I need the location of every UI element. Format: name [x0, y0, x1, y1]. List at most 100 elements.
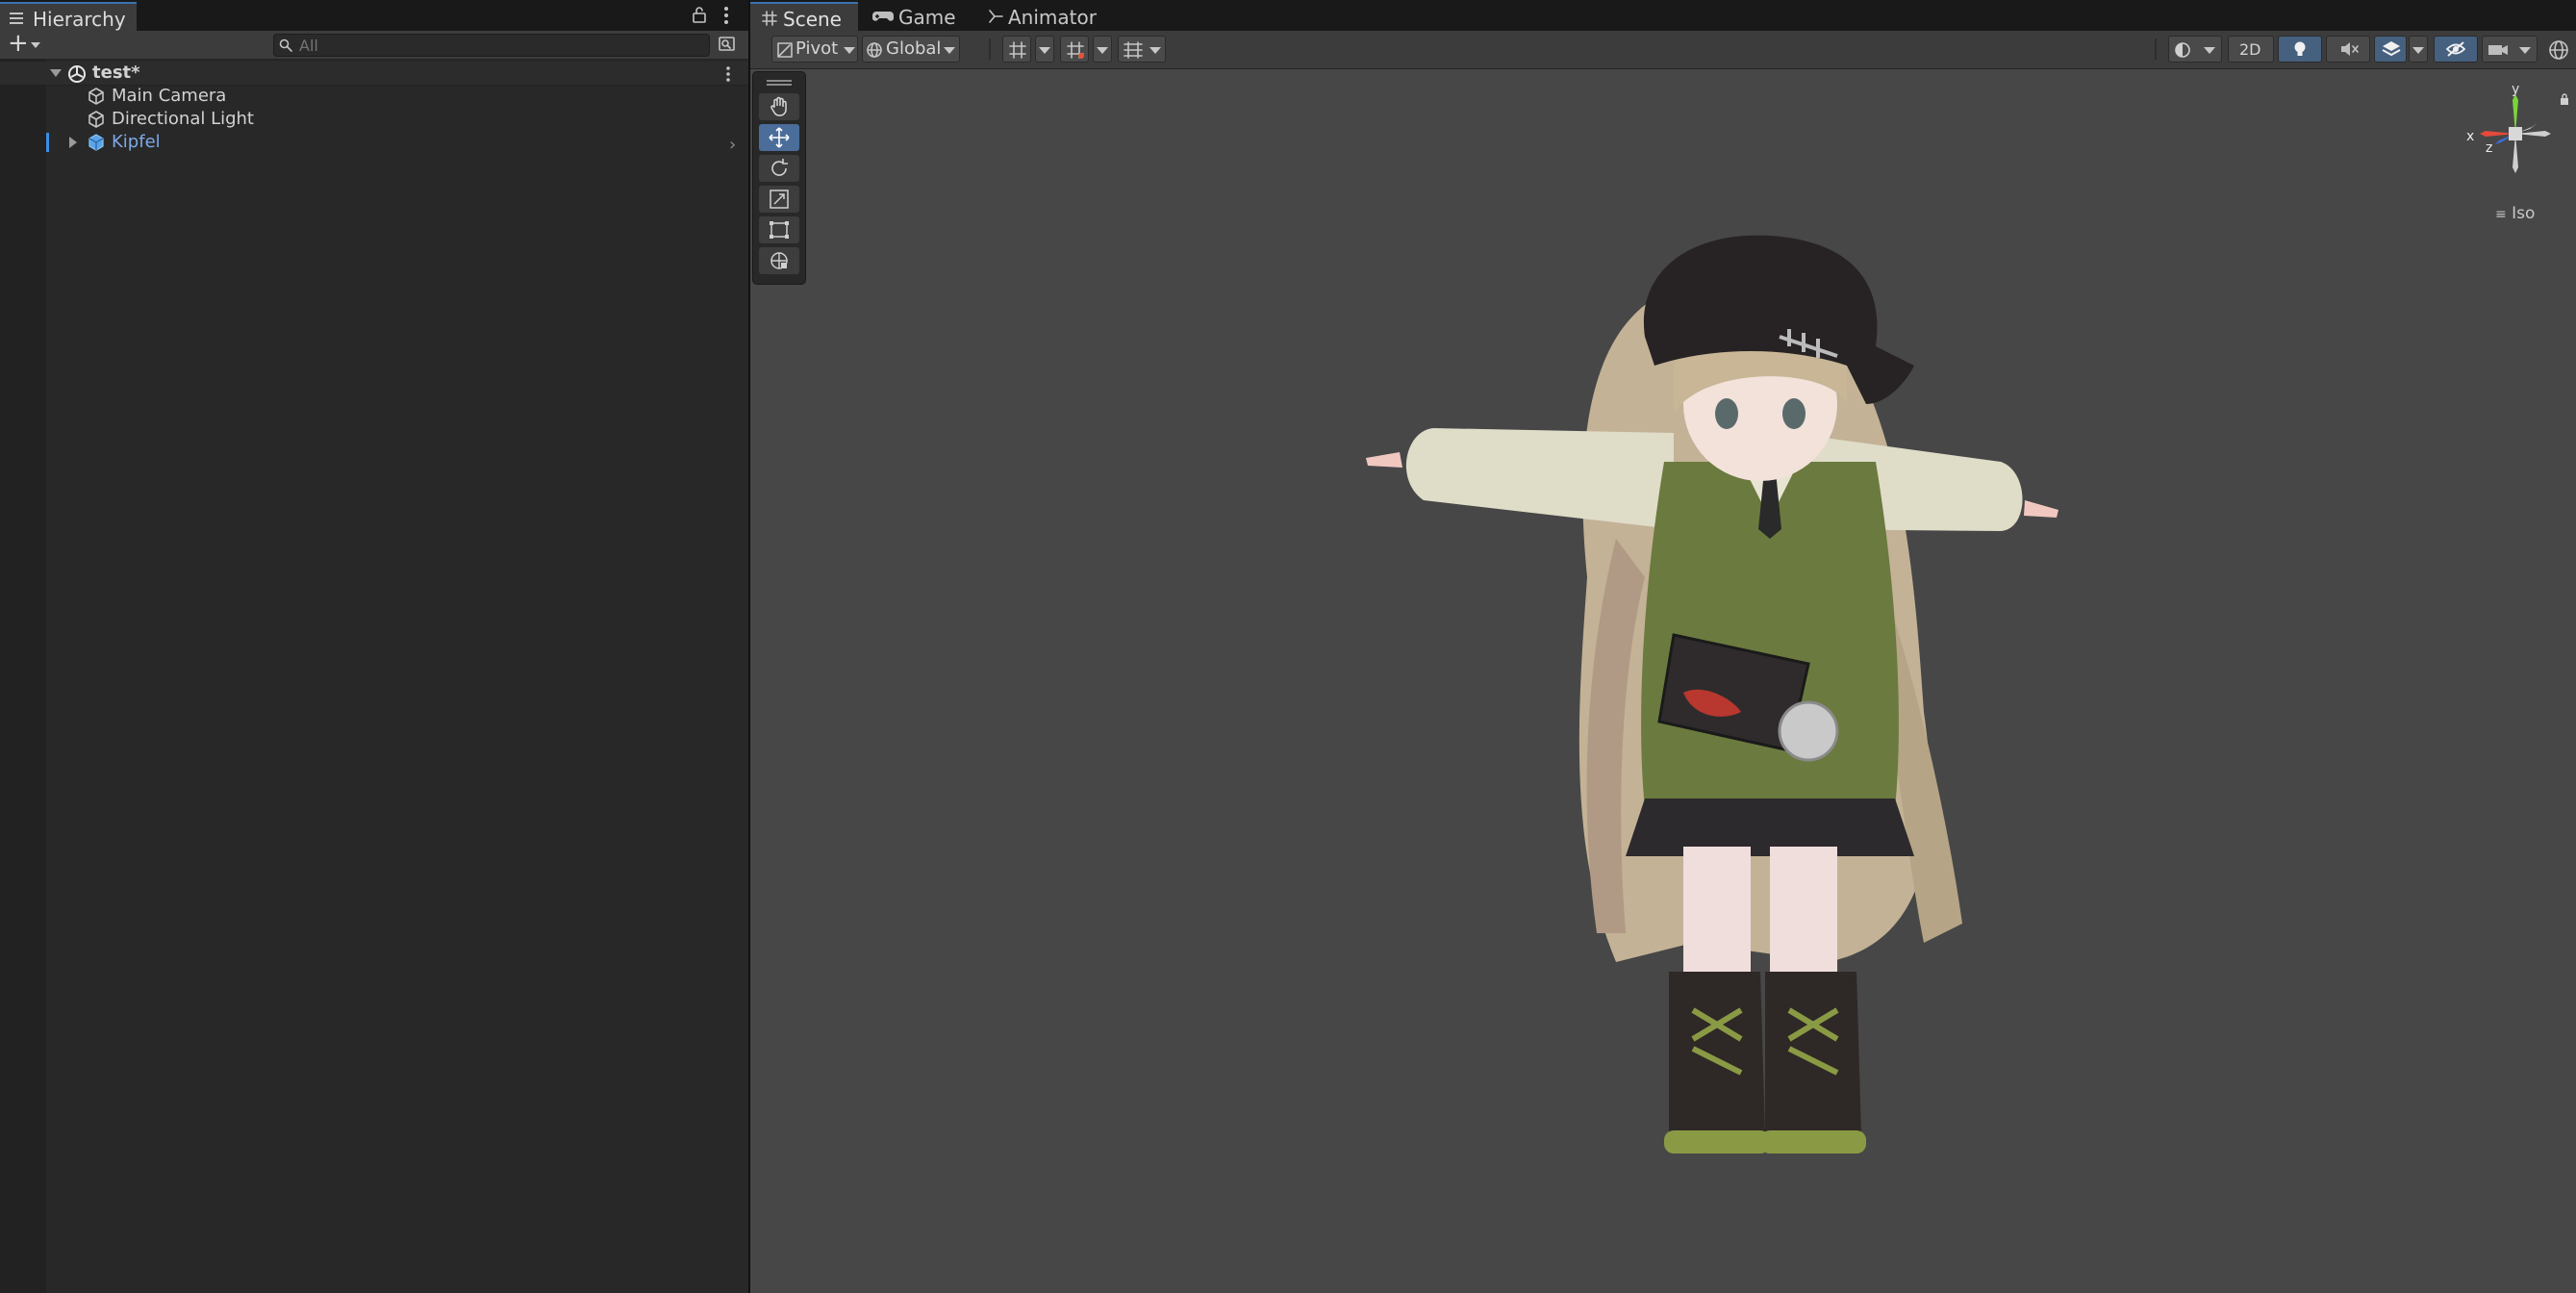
chevron-down-icon — [1097, 47, 1108, 54]
plus-icon: + — [8, 29, 29, 58]
left-hand — [1366, 452, 1402, 468]
rect-tool-button[interactable] — [759, 216, 799, 243]
grid-visibility-dropdown[interactable] — [1118, 36, 1166, 63]
audio-toggle-button[interactable] — [2326, 36, 2370, 63]
tab-label: Animator — [1008, 6, 1097, 29]
chevron-down-icon — [2204, 47, 2215, 54]
search-icon — [279, 38, 292, 52]
chevron-down-icon — [1149, 47, 1161, 54]
chevron-down-icon — [2519, 47, 2531, 54]
eye-slash-icon — [2445, 41, 2466, 57]
view-tool-button[interactable] — [759, 93, 799, 120]
projection-label: Iso — [2512, 204, 2536, 223]
tab-label: Scene — [783, 8, 842, 31]
gizmo-center-cube[interactable] — [2509, 127, 2522, 140]
scene-row[interactable]: test* — [0, 62, 748, 86]
hierarchy-tab-label: Hierarchy — [33, 8, 126, 31]
move-tool-button[interactable] — [759, 124, 799, 151]
rotate-icon — [771, 159, 788, 176]
global-dropdown[interactable]: Global — [862, 36, 960, 63]
tool-palette — [752, 71, 806, 285]
foldout-open-icon[interactable] — [50, 69, 62, 77]
tab-scene[interactable]: Scene — [750, 2, 858, 31]
transform-tool-button[interactable] — [759, 247, 799, 274]
pivot-icon — [777, 42, 793, 58]
camera-settings-dropdown[interactable] — [2482, 36, 2538, 63]
2d-toggle-button[interactable]: 2D — [2228, 36, 2274, 63]
scene-orientation-gizmo[interactable]: y x z — [2462, 81, 2568, 187]
selection-marker — [46, 133, 49, 152]
unity-scene-icon — [68, 65, 86, 83]
hierarchy-toolbar: + — [0, 29, 748, 60]
prefab-icon — [88, 134, 104, 151]
effects-dropdown[interactable] — [2409, 36, 2428, 63]
globe-icon — [867, 42, 882, 58]
gamepad-icon — [872, 12, 894, 21]
hierarchy-tab-bar: Hierarchy — [0, 0, 748, 31]
list-icon — [10, 13, 23, 24]
list-item-label: Directional Light — [112, 109, 254, 129]
create-dropdown-button[interactable]: + — [8, 29, 46, 58]
grid-increment-icon — [1067, 41, 1084, 59]
right-boot-sole — [1760, 1130, 1866, 1154]
list-item[interactable]: Directional Light — [0, 108, 748, 131]
layers-effects-icon — [2382, 41, 2401, 57]
hierarchy-search-field[interactable] — [273, 34, 710, 57]
search-mode-icon[interactable] — [718, 35, 737, 54]
menu-lines-icon: ≡ — [2495, 207, 2507, 222]
pivot-dropdown[interactable]: Pivot — [771, 36, 858, 63]
gizmo-lock-icon[interactable] — [2559, 92, 2570, 106]
kebab-menu-icon[interactable] — [721, 65, 735, 83]
list-item[interactable]: Main Camera — [0, 85, 748, 108]
camera-icon — [2488, 45, 2508, 55]
grid-hash-icon — [762, 11, 777, 26]
character-model-kipfel[interactable] — [1289, 173, 2078, 1212]
tab-hierarchy[interactable]: Hierarchy — [0, 2, 137, 31]
scale-icon — [770, 190, 789, 209]
grid-snap-dropdown[interactable] — [1035, 36, 1054, 63]
lighting-toggle-button[interactable] — [2278, 36, 2322, 63]
search-input[interactable] — [297, 36, 705, 55]
increment-snap-dropdown[interactable] — [1093, 36, 1112, 63]
lock-icon[interactable] — [691, 5, 708, 24]
right-eye — [1782, 398, 1806, 429]
effects-toggle-button[interactable] — [2374, 36, 2407, 63]
scene-tab-bar: Scene Game Animator — [750, 0, 2576, 31]
gizmo-z-label: z — [2486, 140, 2492, 156]
kebab-menu-icon[interactable] — [720, 5, 733, 26]
rect-icon — [770, 221, 789, 239]
toolbar-separator — [989, 38, 991, 60]
tab-label: Game — [898, 6, 956, 29]
grid-plane-icon — [1124, 41, 1143, 59]
scale-tool-button[interactable] — [759, 186, 799, 213]
gizmo-x-label: x — [2466, 129, 2474, 144]
hidden-objects-toggle-button[interactable] — [2434, 36, 2478, 63]
grid-snap-icon — [1009, 41, 1026, 59]
list-item-label: Kipfel — [112, 132, 161, 152]
2d-label: 2D — [2239, 40, 2261, 59]
scene-toolbar: Pivot Global 2D — [750, 31, 2576, 69]
left-sleeve — [1405, 428, 1674, 529]
transform-icon — [770, 252, 788, 269]
gizmos-globe-icon[interactable] — [2547, 38, 2570, 62]
tab-game[interactable]: Game — [864, 2, 977, 31]
palette-grip-handle[interactable] — [767, 80, 792, 86]
draw-mode-dropdown[interactable] — [2168, 36, 2222, 63]
increment-snap-button[interactable] — [1060, 36, 1089, 63]
rotate-tool-button[interactable] — [759, 155, 799, 182]
chevron-down-icon — [2412, 47, 2424, 54]
chevron-right-icon[interactable]: › — [729, 135, 736, 155]
gameobject-cube-icon — [88, 88, 104, 105]
tab-animator[interactable]: Animator — [979, 2, 1133, 31]
animator-icon — [989, 10, 1003, 23]
right-leg — [1770, 847, 1837, 981]
hand-icon — [770, 96, 787, 116]
grid-snap-button[interactable] — [1002, 36, 1031, 63]
projection-toggle[interactable]: ≡ Iso — [2495, 204, 2535, 223]
list-item-selected[interactable]: Kipfel › — [0, 131, 748, 155]
chevron-down-icon — [1039, 47, 1050, 54]
shaded-sphere-icon — [2175, 42, 2190, 58]
left-boot-sole — [1664, 1130, 1770, 1154]
left-eye — [1715, 398, 1738, 429]
foldout-closed-icon[interactable] — [69, 137, 77, 148]
